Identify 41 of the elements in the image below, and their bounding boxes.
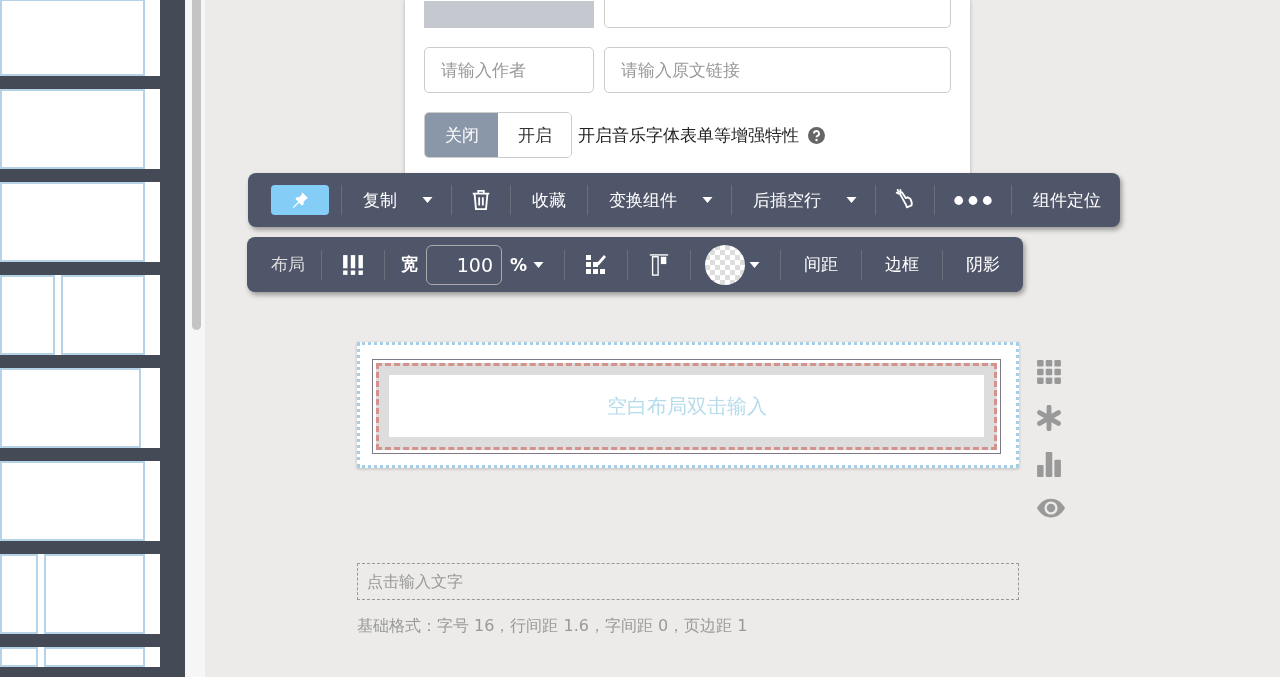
- bar-chart-icon[interactable]: [1036, 451, 1062, 477]
- toolbar-button[interactable]: 后插空行: [744, 188, 830, 212]
- toolbar-button[interactable]: 阴影: [957, 253, 1010, 276]
- caret-icon[interactable]: [422, 197, 433, 203]
- feature-label: 开启音乐字体表单等增强特性: [578, 123, 799, 147]
- toolbar-button[interactable]: 组件定位: [1024, 188, 1110, 212]
- toolbar-button[interactable]: 复制: [354, 188, 406, 212]
- template-thumbnail[interactable]: [0, 554, 160, 634]
- template-thumbnail[interactable]: [0, 89, 160, 169]
- asterisk-icon[interactable]: [1036, 405, 1062, 431]
- title-field[interactable]: [604, 0, 951, 28]
- template-thumbnail[interactable]: [0, 647, 160, 667]
- pin-icon: [291, 191, 309, 209]
- caret-icon[interactable]: [702, 197, 713, 203]
- author-field[interactable]: 请输入作者: [424, 47, 594, 93]
- help-icon[interactable]: [808, 126, 825, 144]
- unit-label: %: [509, 254, 529, 275]
- pin-button[interactable]: [271, 185, 329, 215]
- scrollbar-thumb[interactable]: [192, 0, 201, 330]
- caret-icon[interactable]: [533, 261, 545, 268]
- cover-placeholder[interactable]: [424, 0, 594, 28]
- block-placeholder: 空白布局双击输入: [606, 392, 767, 420]
- width-field[interactable]: 100: [426, 244, 502, 285]
- eye-icon[interactable]: [1036, 497, 1066, 519]
- toolbar-button[interactable]: 间距: [795, 253, 848, 276]
- template-thumbnail[interactable]: [0, 0, 160, 76]
- grid-icon[interactable]: [1036, 359, 1062, 385]
- link-field[interactable]: 请输入原文链接: [604, 47, 951, 93]
- format-info: 基础格式：字号 16，行间距 1.6，字间距 0，页边距 1: [357, 616, 749, 637]
- template-thumbnail[interactable]: [0, 461, 160, 541]
- toolbar-button[interactable]: 边框: [876, 253, 929, 276]
- width-label: 宽: [400, 253, 419, 276]
- toolbar-button[interactable]: 变换组件: [600, 188, 686, 212]
- template-thumbnail[interactable]: [0, 275, 160, 355]
- toolbar-button[interactable]: 收藏: [523, 188, 575, 212]
- template-thumbnail[interactable]: [0, 182, 160, 262]
- caret-icon[interactable]: [749, 261, 761, 268]
- template-thumbnail[interactable]: [0, 368, 160, 448]
- caret-icon[interactable]: [846, 197, 857, 203]
- layout-label: 布局: [270, 253, 306, 276]
- transparent-color-swatch[interactable]: [705, 244, 746, 285]
